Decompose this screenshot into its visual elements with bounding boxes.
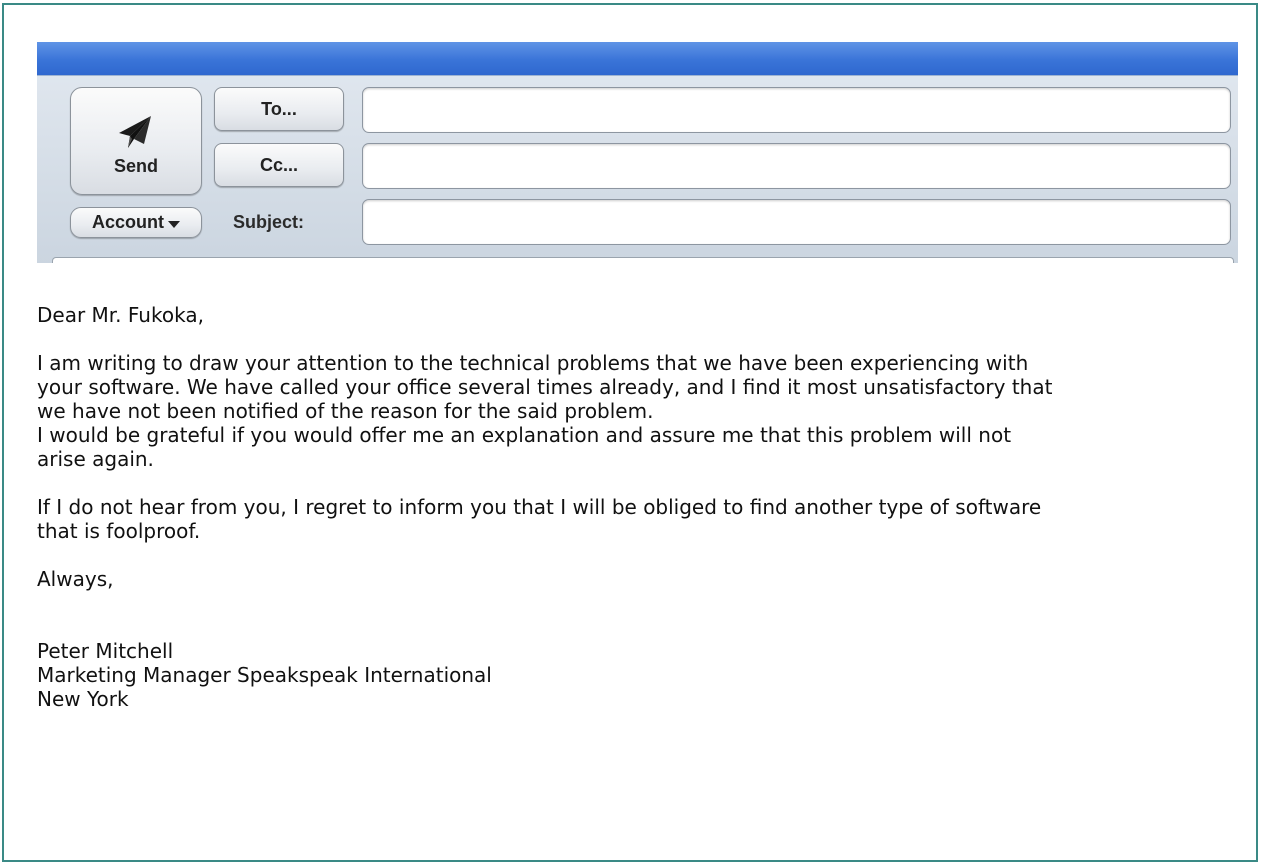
letter-line: I am writing to draw your attention to t…: [37, 351, 1029, 375]
compose-header: Send To... Cc... Account Subject:: [37, 75, 1238, 263]
message-body-edge: [52, 257, 1234, 263]
letter-body: Dear Mr. Fukoka, I am writing to draw yo…: [37, 303, 1237, 711]
chevron-down-icon: [168, 221, 180, 228]
letter-greeting: Dear Mr. Fukoka,: [37, 303, 204, 327]
to-button[interactable]: To...: [214, 87, 344, 131]
letter-line: arise again.: [37, 447, 154, 471]
send-button-label: Send: [113, 155, 158, 176]
compose-window: Send To... Cc... Account Subject:: [37, 42, 1238, 263]
paper-plane-icon: [119, 115, 151, 148]
account-dropdown-label: Account: [92, 212, 164, 232]
cc-field[interactable]: [362, 143, 1231, 189]
letter-line: If I do not hear from you, I regret to i…: [37, 495, 1042, 519]
send-button[interactable]: Send: [70, 87, 202, 195]
letter-closing: Always,: [37, 567, 114, 591]
subject-field[interactable]: [362, 199, 1231, 245]
page-frame: Send To... Cc... Account Subject: Dear M…: [2, 3, 1258, 862]
letter-line: we have not been notified of the reason …: [37, 399, 654, 423]
letter-line: that is foolproof.: [37, 519, 201, 543]
to-button-label: To...: [261, 98, 297, 119]
signature-city: New York: [37, 687, 129, 711]
letter-line: I would be grateful if you would offer m…: [37, 423, 1012, 447]
signature-name: Peter Mitchell: [37, 639, 174, 663]
cc-button-label: Cc...: [259, 154, 298, 175]
letter-line: your software. We have called your offic…: [37, 375, 1053, 399]
account-dropdown[interactable]: Account: [70, 207, 202, 238]
cc-button[interactable]: Cc...: [214, 143, 344, 187]
to-field[interactable]: [362, 87, 1231, 133]
signature-title: Marketing Manager Speakspeak Internation…: [37, 663, 492, 687]
subject-label: Subject:: [233, 211, 305, 232]
title-bar: [37, 42, 1238, 75]
